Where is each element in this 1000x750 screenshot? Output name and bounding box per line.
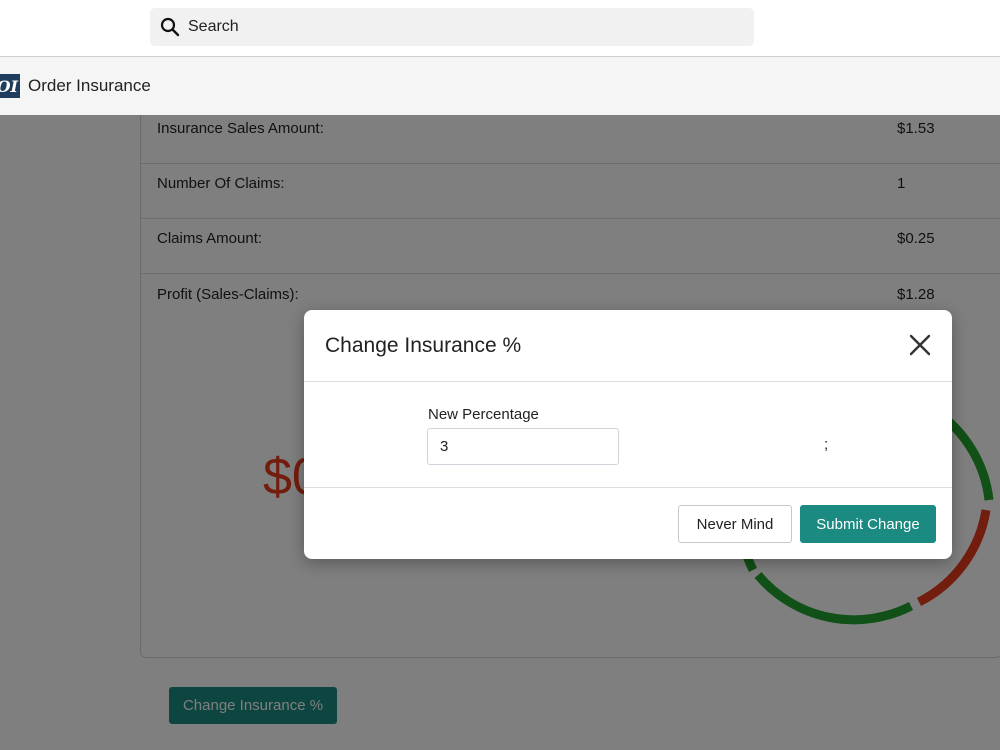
app-header: OI Order Insurance	[0, 57, 1000, 115]
change-insurance-modal: Change Insurance % New Percentage ; Neve…	[304, 310, 952, 559]
modal-body: New Percentage ;	[304, 382, 952, 488]
stray-text: ;	[824, 436, 829, 453]
never-mind-button[interactable]: Never Mind	[678, 505, 792, 543]
modal-header: Change Insurance %	[304, 310, 952, 382]
close-icon[interactable]	[907, 332, 933, 358]
search-placeholder[interactable]: Search	[188, 18, 239, 36]
modal-title: Change Insurance %	[325, 334, 522, 357]
app-logo: OI	[0, 74, 20, 98]
search-icon	[160, 17, 180, 37]
app-title: Order Insurance	[28, 76, 151, 95]
submit-change-button[interactable]: Submit Change	[800, 505, 936, 543]
new-percentage-input[interactable]	[427, 428, 619, 465]
new-percentage-label: New Percentage	[428, 406, 539, 423]
top-bar: Search	[0, 0, 1000, 57]
search-bar[interactable]: Search	[150, 8, 754, 46]
